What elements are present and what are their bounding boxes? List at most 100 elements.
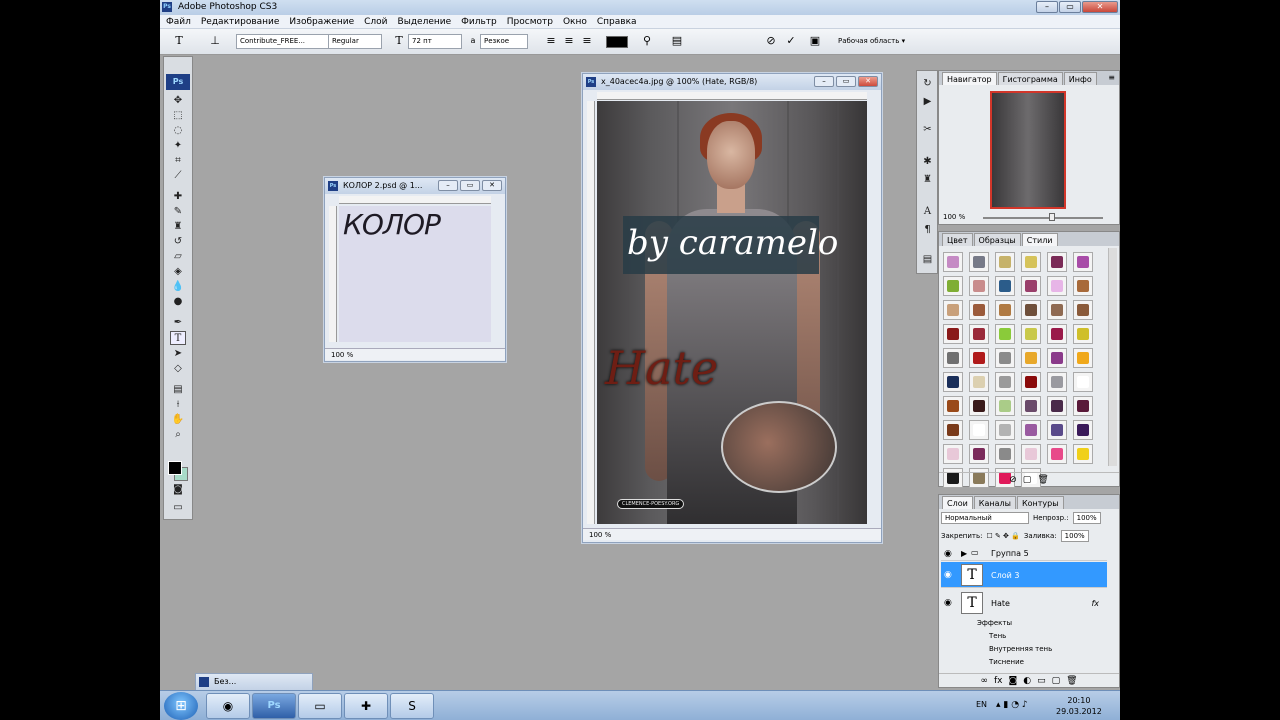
history-panel-icon[interactable]: ↻ <box>920 77 935 91</box>
chrome-taskbar-icon[interactable]: ◉ <box>206 693 250 719</box>
clone-stamp-tool-icon[interactable]: ♜ <box>170 220 186 234</box>
document-maximize-button[interactable]: ▭ <box>836 76 856 87</box>
expand-arrow-icon[interactable]: ▶ <box>961 549 967 558</box>
menu-layer[interactable]: Слой <box>364 17 387 27</box>
tool-presets-icon[interactable]: ✂ <box>920 123 935 137</box>
tab-swatches[interactable]: Образцы <box>973 233 1021 246</box>
add-mask-icon[interactable]: ◙ <box>1008 674 1017 687</box>
style-swatch[interactable] <box>1073 300 1093 320</box>
style-swatch[interactable] <box>1047 420 1067 440</box>
minimize-button[interactable]: – <box>1036 1 1058 13</box>
tray-icons[interactable]: ▴ ▮ ◔ ♪ <box>996 700 1028 710</box>
lasso-tool-icon[interactable]: ◌ <box>170 124 186 138</box>
tab-paths[interactable]: Контуры <box>1016 496 1064 509</box>
document-zoom[interactable]: 100 % <box>589 531 611 539</box>
style-swatch[interactable] <box>1073 372 1093 392</box>
navigator-thumbnail[interactable] <box>990 91 1066 209</box>
style-swatch[interactable] <box>1047 348 1067 368</box>
explorer-taskbar-icon[interactable]: ▭ <box>298 693 342 719</box>
document-canvas[interactable]: КОЛОР <box>339 206 491 342</box>
style-swatch[interactable] <box>1073 252 1093 272</box>
clock[interactable]: 20:10 29.03.2012 <box>1056 695 1102 717</box>
document-minimize-button[interactable]: – <box>814 76 834 87</box>
effect-item[interactable]: Тиснение <box>989 658 1024 666</box>
navigator-zoom-slider[interactable] <box>983 217 1103 219</box>
toggle-orientation-icon[interactable]: ⊥ <box>208 34 222 48</box>
visibility-eye-icon[interactable]: ◉ <box>944 570 952 580</box>
style-swatch[interactable] <box>995 300 1015 320</box>
tab-histogram[interactable]: Гистограмма <box>997 72 1063 85</box>
blend-mode-select[interactable]: Нормальный <box>941 512 1029 524</box>
document-close-button[interactable]: ✕ <box>482 180 502 191</box>
style-swatch[interactable] <box>1021 396 1041 416</box>
new-group-icon[interactable]: ▭ <box>1037 674 1046 687</box>
language-indicator[interactable]: EN <box>976 700 987 709</box>
style-swatch[interactable] <box>969 324 989 344</box>
commit-icon[interactable]: ✓ <box>784 34 798 48</box>
menu-select[interactable]: Выделение <box>398 17 452 27</box>
style-swatch[interactable] <box>943 396 963 416</box>
style-swatch[interactable] <box>995 420 1015 440</box>
tab-color[interactable]: Цвет <box>942 233 973 246</box>
align-center-icon[interactable]: ≡ <box>562 34 576 48</box>
text-color-swatch[interactable] <box>606 36 628 48</box>
layer-effects-icon[interactable]: fx <box>1091 599 1099 608</box>
style-swatch[interactable] <box>969 396 989 416</box>
color-swatches[interactable] <box>168 461 188 481</box>
hand-tool-icon[interactable]: ✋ <box>170 413 186 427</box>
menu-edit[interactable]: Редактирование <box>201 17 280 27</box>
slice-tool-icon[interactable]: ⟋ <box>170 169 186 183</box>
delete-layer-icon[interactable]: 🗑 <box>1066 674 1077 687</box>
brushes-panel-icon[interactable]: ✱ <box>920 155 935 169</box>
style-swatch[interactable] <box>995 276 1015 296</box>
photoshop-taskbar-icon[interactable]: Ps <box>252 693 296 719</box>
eyedropper-tool-icon[interactable]: ⟊ <box>170 398 186 412</box>
layer-row[interactable]: ◉ T Hate fx <box>941 590 1107 616</box>
magic-wand-tool-icon[interactable]: ✦ <box>170 139 186 153</box>
new-style-icon[interactable]: ▢ <box>1023 473 1032 486</box>
pen-tool-icon[interactable]: ✒ <box>170 316 186 330</box>
panel-menu-icon[interactable]: ≡ <box>1108 73 1115 82</box>
opacity-input[interactable]: 100% <box>1072 512 1101 524</box>
tab-info[interactable]: Инфо <box>1063 72 1097 85</box>
eraser-tool-icon[interactable]: ▱ <box>170 250 186 264</box>
navigator-zoom-knob[interactable] <box>1049 213 1055 221</box>
menu-view[interactable]: Просмотр <box>507 17 553 27</box>
style-swatch[interactable] <box>1047 324 1067 344</box>
style-swatch[interactable] <box>943 252 963 272</box>
style-swatch[interactable] <box>1047 252 1067 272</box>
warp-text-icon[interactable]: ⚲ <box>640 34 654 48</box>
workspace-menu[interactable]: Рабочая область ▾ <box>838 37 905 45</box>
type-tool-icon[interactable]: T <box>172 34 186 48</box>
link-layers-icon[interactable]: ∞ <box>980 674 988 687</box>
cancel-icon[interactable]: ⊘ <box>764 34 778 48</box>
style-swatch[interactable] <box>1047 396 1067 416</box>
style-swatch[interactable] <box>969 420 989 440</box>
style-swatch[interactable] <box>1021 252 1041 272</box>
style-swatch[interactable] <box>995 348 1015 368</box>
style-swatch[interactable] <box>1073 276 1093 296</box>
style-swatch[interactable] <box>1021 348 1041 368</box>
style-swatch[interactable] <box>1021 420 1041 440</box>
paragraph-panel-icon[interactable]: ¶ <box>920 223 935 237</box>
adjustment-layer-icon[interactable]: ◐ <box>1023 674 1031 687</box>
style-swatch[interactable] <box>969 252 989 272</box>
layer-comps-icon[interactable]: ▤ <box>920 253 935 267</box>
effect-item[interactable]: Внутренняя тень <box>989 645 1052 653</box>
actions-panel-icon[interactable]: ▶ <box>920 95 935 109</box>
menu-help[interactable]: Справка <box>597 17 637 27</box>
style-swatch[interactable] <box>995 252 1015 272</box>
add-style-icon[interactable]: fx <box>994 674 1003 687</box>
style-swatch[interactable] <box>1021 324 1041 344</box>
lock-icons[interactable]: ☐ ✎ ✥ 🔒 <box>986 532 1019 540</box>
style-swatch[interactable] <box>969 300 989 320</box>
app-taskbar-icon[interactable]: ✚ <box>344 693 388 719</box>
style-swatch[interactable] <box>1021 444 1041 464</box>
minimized-document[interactable]: Без... <box>195 673 313 691</box>
shape-tool-icon[interactable]: ◇ <box>170 362 186 376</box>
style-swatch[interactable] <box>1047 444 1067 464</box>
style-swatch[interactable] <box>943 444 963 464</box>
style-swatch[interactable] <box>1073 420 1093 440</box>
style-swatch[interactable] <box>1073 444 1093 464</box>
style-swatch[interactable] <box>1047 372 1067 392</box>
